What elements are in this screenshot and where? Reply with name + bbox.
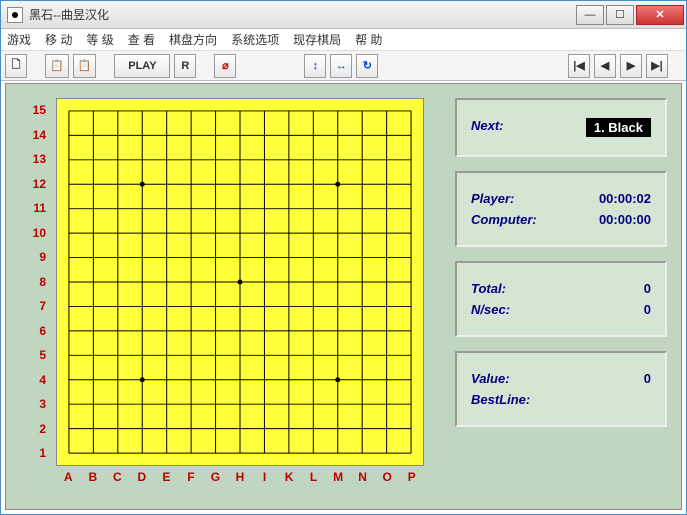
menu-save-board[interactable]: 现存棋局 (293, 31, 341, 48)
menu-level[interactable]: 等 级 (86, 31, 113, 48)
col-label: G (203, 470, 228, 484)
panel-time: Player: 00:00:02 Computer: 00:00:00 (455, 171, 667, 247)
stop-button[interactable]: ⌀ (214, 54, 236, 78)
row-label: 5 (24, 343, 52, 368)
col-label: M (326, 470, 351, 484)
player-time: 00:00:02 (599, 191, 651, 206)
col-label: C (105, 470, 130, 484)
row-label: 8 (24, 270, 52, 295)
next-value: 1. Black (586, 118, 651, 137)
hflip-button[interactable]: ↔ (330, 54, 352, 78)
row-label: 2 (24, 417, 52, 442)
row-label: 3 (24, 392, 52, 417)
app-icon (7, 7, 23, 23)
new-button[interactable]: 🗋 (5, 54, 27, 78)
copy-button[interactable]: 📋 (45, 54, 69, 78)
col-label: O (375, 470, 400, 484)
computer-time: 00:00:00 (599, 212, 651, 227)
row-label: 9 (24, 245, 52, 270)
value-value: 0 (644, 371, 651, 386)
panel-eval: Value: 0 BestLine: (455, 351, 667, 427)
info-panels: Next: 1. Black Player: 00:00:02 Computer… (455, 98, 667, 427)
computer-label: Computer: (471, 212, 537, 227)
panel-stats: Total: 0 N/sec: 0 (455, 261, 667, 337)
col-label: B (81, 470, 106, 484)
total-label: Total: (471, 281, 506, 296)
panel-next: Next: 1. Black (455, 98, 667, 157)
next-label: Next: (471, 118, 504, 137)
row-label: 10 (24, 221, 52, 246)
row-label: 4 (24, 368, 52, 393)
player-label: Player: (471, 191, 514, 206)
window-title: 黑石--曲昱汉化 (29, 6, 109, 23)
menu-view[interactable]: 查 看 (128, 31, 155, 48)
minimize-button[interactable]: — (576, 5, 604, 25)
menu-sys-opts[interactable]: 系统选项 (231, 31, 279, 48)
menubar: 游戏 移 动 等 级 查 看 棋盘方向 系统选项 现存棋局 帮 助 (1, 29, 686, 51)
col-label: I (252, 470, 277, 484)
row-label: 1 (24, 441, 52, 466)
first-button[interactable]: |◀ (568, 54, 590, 78)
play-button[interactable]: PLAY (114, 54, 170, 78)
col-label: P (399, 470, 424, 484)
col-label: H (228, 470, 253, 484)
col-label: F (179, 470, 204, 484)
col-label: E (154, 470, 179, 484)
paste-button[interactable]: 📋 (73, 54, 97, 78)
row-label: 11 (24, 196, 52, 221)
rotate-button[interactable]: ↻ (356, 54, 378, 78)
col-label: K (277, 470, 302, 484)
col-label: L (301, 470, 326, 484)
row-label: 13 (24, 147, 52, 172)
menu-game[interactable]: 游戏 (7, 31, 31, 48)
nsec-label: N/sec: (471, 302, 510, 317)
r-button[interactable]: R (174, 54, 196, 78)
total-value: 0 (644, 281, 651, 296)
last-button[interactable]: ▶| (646, 54, 668, 78)
prev-button[interactable]: ◀ (594, 54, 616, 78)
board-grid (57, 99, 423, 465)
row-label: 7 (24, 294, 52, 319)
row-label: 12 (24, 172, 52, 197)
vflip-button[interactable]: ↕ (304, 54, 326, 78)
menu-move[interactable]: 移 动 (45, 31, 72, 48)
col-labels: ABCDEFGHIKLMNOP (56, 470, 424, 484)
app-window: 黑石--曲昱汉化 — ☐ ✕ 游戏 移 动 等 级 查 看 棋盘方向 系统选项 … (0, 0, 687, 515)
col-label: D (130, 470, 155, 484)
toolbar: 🗋 📋 📋 PLAY R ⌀ ↕ ↔ ↻ |◀ ◀ ▶ ▶| (1, 51, 686, 81)
row-label: 14 (24, 123, 52, 148)
next-button[interactable]: ▶ (620, 54, 642, 78)
bestline-label: BestLine: (471, 392, 530, 407)
row-label: 15 (24, 98, 52, 123)
col-label: A (56, 470, 81, 484)
maximize-button[interactable]: ☐ (606, 5, 634, 25)
row-label: 6 (24, 319, 52, 344)
titlebar: 黑石--曲昱汉化 — ☐ ✕ (1, 1, 686, 29)
nsec-value: 0 (644, 302, 651, 317)
value-label: Value: (471, 371, 510, 386)
menu-board-dir[interactable]: 棋盘方向 (169, 31, 217, 48)
col-label: N (350, 470, 375, 484)
main-body: 151413121110987654321 ABCDEFGHIKLMNOP Ne… (5, 83, 682, 510)
row-labels: 151413121110987654321 (24, 98, 52, 466)
menu-help[interactable]: 帮 助 (355, 31, 382, 48)
close-button[interactable]: ✕ (636, 5, 684, 25)
game-board[interactable] (56, 98, 424, 466)
